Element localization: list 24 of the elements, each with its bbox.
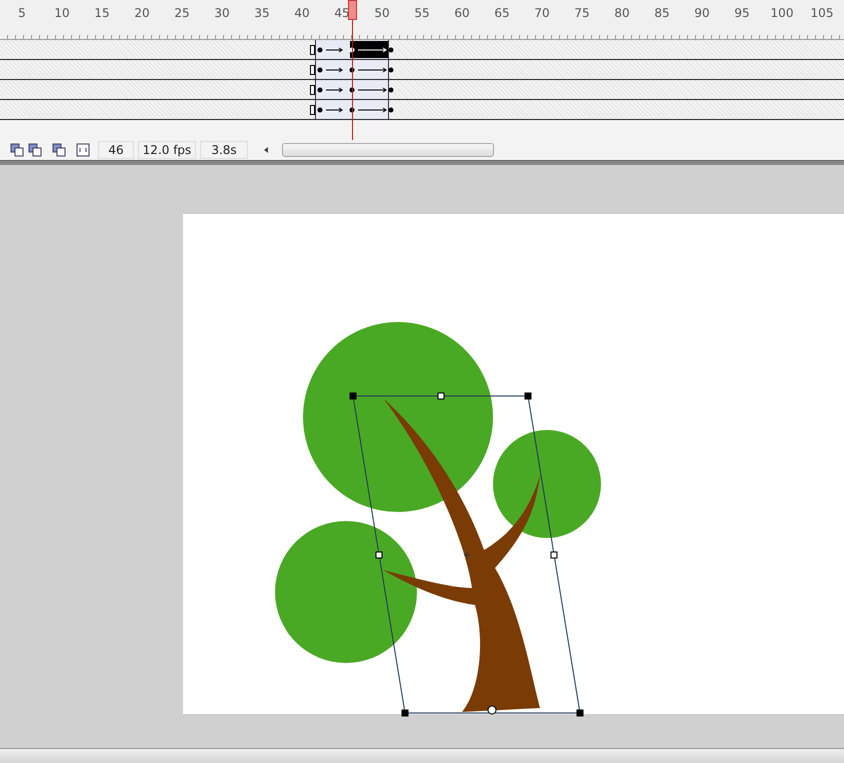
- frame-number: 15: [94, 6, 110, 20]
- frame-number: 10: [54, 6, 70, 20]
- frame-number: 100: [770, 6, 794, 20]
- frame-number: 60: [454, 6, 470, 20]
- frame-number: 40: [294, 6, 310, 20]
- frame-number: 105: [810, 6, 834, 20]
- frame-number: 50: [374, 6, 390, 20]
- elapsed-time: 3.8s: [200, 141, 248, 159]
- frame-number: 55: [414, 6, 430, 20]
- frame-number: 65: [494, 6, 510, 20]
- frame-number: 70: [534, 6, 550, 20]
- current-frame: 46: [98, 141, 134, 159]
- frame-number: 30: [214, 6, 230, 20]
- frame-number: 90: [694, 6, 710, 20]
- frame-number: 25: [174, 6, 190, 20]
- frame-number: 85: [654, 6, 670, 20]
- frame-rate[interactable]: 12.0 fps: [138, 141, 196, 159]
- frame-number: 45: [334, 6, 350, 20]
- frame-number: 75: [574, 6, 590, 20]
- frame-number: 5: [18, 6, 26, 20]
- frame-number: 80: [614, 6, 630, 20]
- frame-number: 95: [734, 6, 750, 20]
- frame-number: 35: [254, 6, 270, 20]
- frame-number: 20: [134, 6, 150, 20]
